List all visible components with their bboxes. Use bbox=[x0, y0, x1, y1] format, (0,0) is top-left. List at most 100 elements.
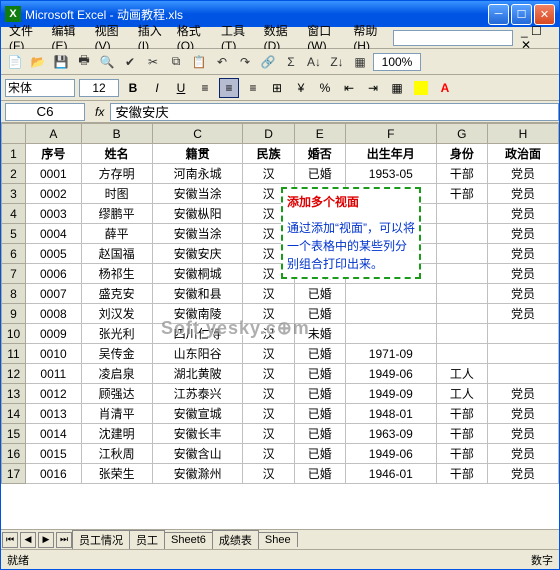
tab-nav-first[interactable]: ⏮ bbox=[2, 532, 18, 548]
tab-nav-prev[interactable]: ◀ bbox=[20, 532, 36, 548]
print-icon[interactable]: 🖶 bbox=[74, 52, 94, 72]
cell[interactable]: 顾强达 bbox=[81, 384, 152, 404]
cell[interactable]: 赵国福 bbox=[81, 244, 152, 264]
link-icon[interactable]: 🔗 bbox=[258, 52, 278, 72]
cell[interactable]: 党员 bbox=[487, 184, 558, 204]
redo-icon[interactable]: ↷ bbox=[235, 52, 255, 72]
cell[interactable]: 干部 bbox=[436, 464, 487, 484]
cell[interactable]: 1949-09 bbox=[345, 384, 436, 404]
fx-label[interactable]: fx bbox=[95, 105, 104, 119]
align-center-button[interactable]: ≡ bbox=[219, 78, 239, 98]
cell[interactable]: 0006 bbox=[26, 264, 82, 284]
cell[interactable]: 安徽宣城 bbox=[152, 404, 243, 424]
cell[interactable]: 湖北黄陂 bbox=[152, 364, 243, 384]
cell[interactable]: 0016 bbox=[26, 464, 82, 484]
cell[interactable]: 1963-09 bbox=[345, 424, 436, 444]
cell[interactable]: 党员 bbox=[487, 304, 558, 324]
header-cell[interactable]: 婚否 bbox=[294, 144, 345, 164]
cell[interactable]: 1949-06 bbox=[345, 444, 436, 464]
col-header[interactable]: H bbox=[487, 124, 558, 144]
header-cell[interactable]: 出生年月 bbox=[345, 144, 436, 164]
cell[interactable]: 张光利 bbox=[81, 324, 152, 344]
chart-icon[interactable]: ▦ bbox=[350, 52, 370, 72]
cell[interactable]: 干部 bbox=[436, 164, 487, 184]
cell[interactable]: 安徽和县 bbox=[152, 284, 243, 304]
cell[interactable]: 吴传金 bbox=[81, 344, 152, 364]
cell[interactable]: 安徽滁州 bbox=[152, 464, 243, 484]
sum-icon[interactable]: Σ bbox=[281, 52, 301, 72]
indent-dec-button[interactable]: ⇤ bbox=[339, 78, 359, 98]
cell[interactable]: 汉 bbox=[243, 384, 294, 404]
row-header[interactable]: 17 bbox=[2, 464, 26, 484]
cell[interactable]: 党员 bbox=[487, 424, 558, 444]
row-header[interactable]: 10 bbox=[2, 324, 26, 344]
row-header[interactable]: 15 bbox=[2, 424, 26, 444]
cell[interactable]: 1949-06 bbox=[345, 364, 436, 384]
tab-nav-last[interactable]: ⏭ bbox=[56, 532, 72, 548]
cell[interactable]: 时图 bbox=[81, 184, 152, 204]
row-header[interactable]: 1 bbox=[2, 144, 26, 164]
cell[interactable]: 汉 bbox=[243, 464, 294, 484]
spell-icon[interactable]: ✔ bbox=[120, 52, 140, 72]
indent-inc-button[interactable]: ⇥ bbox=[363, 78, 383, 98]
cell[interactable]: 汉 bbox=[243, 344, 294, 364]
name-box[interactable] bbox=[5, 103, 85, 121]
cell[interactable]: 已婚 bbox=[294, 424, 345, 444]
help-search-input[interactable] bbox=[393, 30, 513, 46]
cell[interactable]: 缪鹏平 bbox=[81, 204, 152, 224]
cell[interactable] bbox=[436, 344, 487, 364]
borders-button[interactable]: ▦ bbox=[387, 78, 407, 98]
row-header[interactable]: 9 bbox=[2, 304, 26, 324]
cell[interactable]: 0012 bbox=[26, 384, 82, 404]
cell[interactable]: 安徽长丰 bbox=[152, 424, 243, 444]
row-header[interactable]: 13 bbox=[2, 384, 26, 404]
cell[interactable]: 0014 bbox=[26, 424, 82, 444]
font-select[interactable] bbox=[5, 79, 75, 97]
cell[interactable] bbox=[436, 324, 487, 344]
italic-button[interactable]: I bbox=[147, 78, 167, 98]
cell[interactable]: 0002 bbox=[26, 184, 82, 204]
col-header[interactable]: E bbox=[294, 124, 345, 144]
cell[interactable]: 0007 bbox=[26, 284, 82, 304]
cell[interactable]: 汉 bbox=[243, 164, 294, 184]
currency-button[interactable]: ¥ bbox=[291, 78, 311, 98]
col-header[interactable]: A bbox=[26, 124, 82, 144]
paste-icon[interactable]: 📋 bbox=[189, 52, 209, 72]
minimize-button[interactable]: ─ bbox=[488, 4, 509, 25]
cell[interactable]: 已婚 bbox=[294, 464, 345, 484]
cell[interactable]: 安徽安庆 bbox=[152, 244, 243, 264]
cell[interactable]: 党员 bbox=[487, 264, 558, 284]
cell[interactable]: 已婚 bbox=[294, 444, 345, 464]
cell[interactable]: 0013 bbox=[26, 404, 82, 424]
cell[interactable]: 沈建明 bbox=[81, 424, 152, 444]
cell[interactable] bbox=[487, 344, 558, 364]
cell[interactable]: 党员 bbox=[487, 164, 558, 184]
row-header[interactable]: 8 bbox=[2, 284, 26, 304]
preview-icon[interactable]: 🔍 bbox=[97, 52, 117, 72]
font-color-button[interactable]: A bbox=[435, 78, 455, 98]
cell[interactable]: 0004 bbox=[26, 224, 82, 244]
cell[interactable]: 河南永城 bbox=[152, 164, 243, 184]
sheet-tab[interactable]: 成绩表 bbox=[212, 530, 259, 549]
sort-desc-icon[interactable]: Z↓ bbox=[327, 52, 347, 72]
col-header[interactable]: B bbox=[81, 124, 152, 144]
cell[interactable]: 党员 bbox=[487, 444, 558, 464]
cell[interactable]: 刘汉发 bbox=[81, 304, 152, 324]
cell[interactable]: 党员 bbox=[487, 404, 558, 424]
underline-button[interactable]: U bbox=[171, 78, 191, 98]
cell[interactable]: 安徽含山 bbox=[152, 444, 243, 464]
sheet-tab[interactable]: Sheet6 bbox=[164, 532, 213, 547]
zoom-select[interactable] bbox=[373, 53, 421, 71]
col-header[interactable]: C bbox=[152, 124, 243, 144]
cell[interactable] bbox=[436, 224, 487, 244]
row-header[interactable]: 16 bbox=[2, 444, 26, 464]
cell[interactable]: 汉 bbox=[243, 364, 294, 384]
cell[interactable]: 江秋周 bbox=[81, 444, 152, 464]
cell[interactable]: 汉 bbox=[243, 284, 294, 304]
percent-button[interactable]: % bbox=[315, 78, 335, 98]
sheet-tab[interactable]: 员工 bbox=[129, 530, 165, 549]
cell[interactable]: 已婚 bbox=[294, 364, 345, 384]
cell[interactable] bbox=[436, 264, 487, 284]
cell[interactable]: 党员 bbox=[487, 244, 558, 264]
cell[interactable] bbox=[436, 304, 487, 324]
